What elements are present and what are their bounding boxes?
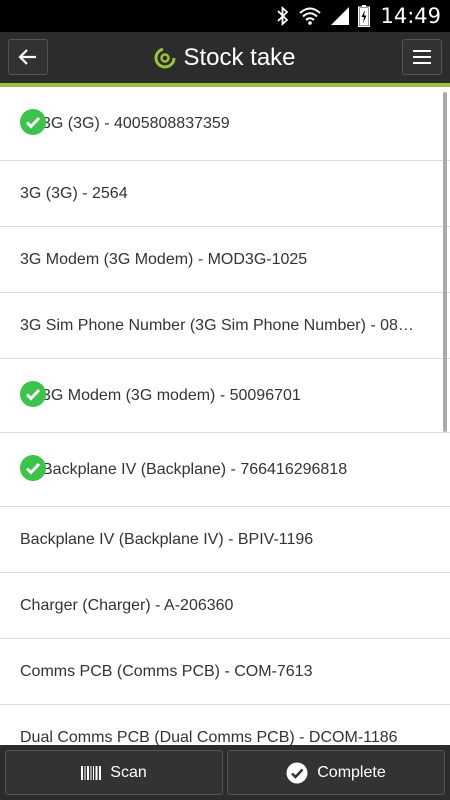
list-item-label: 3G (3G) - 2564 <box>20 184 128 202</box>
hamburger-menu-icon <box>413 50 431 64</box>
list-item[interactable]: 3G Modem (3G Modem) - MOD3G-1025 <box>0 227 450 293</box>
list-item[interactable]: 3G (3G) - 4005808837359 <box>0 87 450 161</box>
check-circle-icon <box>20 455 46 486</box>
menu-button[interactable] <box>402 39 442 75</box>
signal-icon <box>330 6 350 26</box>
check-circle-icon <box>20 109 46 140</box>
list-item[interactable]: Backplane IV (Backplane IV) - BPIV-1196 <box>0 507 450 573</box>
list-item[interactable]: 3G Modem (3G modem) - 50096701 <box>0 359 450 433</box>
list-item[interactable]: Charger (Charger) - A-206360 <box>0 573 450 639</box>
title-container: Stock take <box>0 32 450 83</box>
list-item-label: 3G Modem (3G Modem) - MOD3G-1025 <box>20 250 308 268</box>
scan-button[interactable]: Scan <box>5 750 223 795</box>
list-item-label: Charger (Charger) - A-206360 <box>20 596 234 614</box>
list-item[interactable]: 3G Sim Phone Number (3G Sim Phone Number… <box>0 293 450 359</box>
scan-label: Scan <box>110 763 147 781</box>
list-item-label: Dual Comms PCB (Dual Comms PCB) - DCOM-1… <box>20 728 398 746</box>
list-item-label: Backplane IV (Backplane IV) - BPIV-1196 <box>20 530 314 548</box>
stock-item-list[interactable]: 3G (3G) - 4005808837359 3G (3G) - 2564 3G … <box>0 87 450 745</box>
status-bar: 14:49 <box>0 0 450 32</box>
list-item[interactable]: 3G (3G) - 2564 <box>0 161 450 227</box>
list-scrollbar[interactable] <box>443 92 447 432</box>
action-bar: Stock take <box>0 32 450 87</box>
clock-time: 14:49 <box>380 4 441 28</box>
list-item-label: Comms PCB (Comms PCB) - COM-7613 <box>20 662 313 680</box>
list-item-label: 3G (3G) - 4005808837359 <box>42 114 230 132</box>
bluetooth-icon <box>276 6 290 26</box>
back-button[interactable] <box>8 39 48 75</box>
bottom-bar: Scan Complete <box>0 745 450 800</box>
page-title: Stock take <box>183 43 296 71</box>
list-item-label: 3G Sim Phone Number (3G Sim Phone Number… <box>20 316 414 334</box>
check-circle-icon <box>20 381 46 412</box>
check-circle-icon <box>286 762 308 784</box>
list-item[interactable]: Backplane IV (Backplane) - 766416296818 <box>0 433 450 507</box>
list-item-label: Backplane IV (Backplane) - 766416296818 <box>42 460 348 478</box>
list-item-label: 3G Modem (3G modem) - 50096701 <box>42 386 301 404</box>
complete-label: Complete <box>317 763 386 781</box>
battery-icon <box>358 5 371 27</box>
barcode-icon <box>81 765 102 780</box>
arrow-left-icon <box>18 48 38 66</box>
wifi-icon <box>298 6 322 26</box>
list-item[interactable]: Dual Comms PCB (Dual Comms PCB) - DCOM-1… <box>0 705 450 746</box>
complete-button[interactable]: Complete <box>227 750 445 795</box>
list-item[interactable]: Comms PCB (Comms PCB) - COM-7613 <box>0 639 450 705</box>
app-logo-icon <box>154 47 176 69</box>
